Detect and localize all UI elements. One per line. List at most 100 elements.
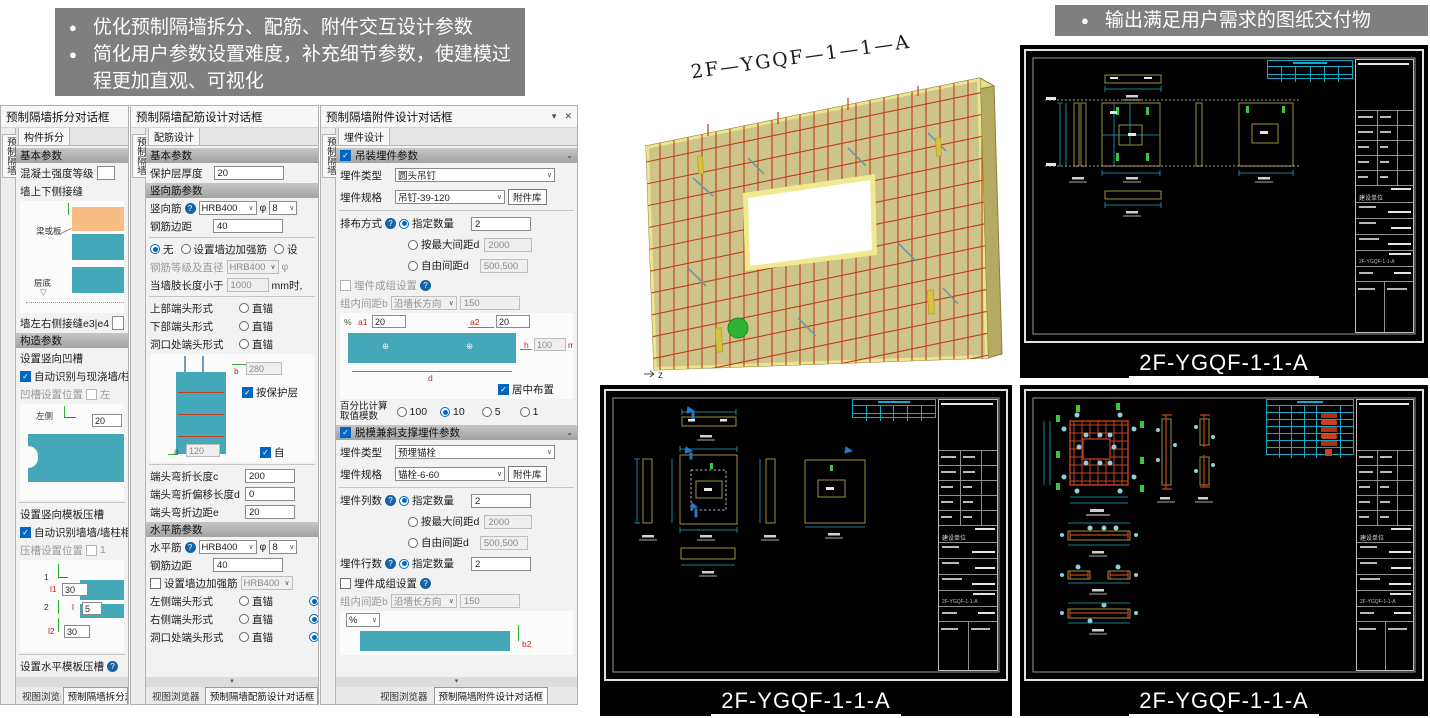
radio-count-3[interactable] [399, 558, 409, 569]
cad-sheet-embed-layout[interactable]: 建设单位 2F-YGQF-1-1-A 2F-YGQF-1-1-A [1020, 45, 1428, 378]
collapse-strip[interactable] [16, 677, 128, 687]
auto-detect-wall-checkbox[interactable] [20, 370, 31, 382]
attachment-library-button-2[interactable]: 附件库 [508, 466, 547, 482]
max-spacing-input-1[interactable]: 2000 [484, 237, 533, 252]
tab-rebar-design[interactable]: 配筋设计 [148, 128, 200, 145]
press-pos-1-checkbox[interactable] [86, 544, 97, 556]
tab-rebar-dialog[interactable]: 预制隔墙配筋设计对话框 [204, 687, 318, 704]
radio-hole2-bent[interactable] [309, 632, 318, 642]
edge-input[interactable]: 40 [213, 219, 283, 233]
a1-input[interactable]: 20 [372, 315, 406, 328]
l1-input[interactable]: 30 [62, 583, 88, 596]
help-icon[interactable]: ? [184, 541, 196, 553]
a-input[interactable]: 120 [186, 444, 220, 457]
joint-lr-input[interactable] [112, 316, 124, 330]
auto-checkbox[interactable] [260, 446, 271, 458]
collapse-icon[interactable]: ⌄ [566, 428, 573, 437]
radio-free-spacing-1[interactable] [408, 260, 418, 271]
by-cover-checkbox[interactable] [242, 386, 253, 398]
cad-sheet-mold-layout[interactable]: 建设单位 2F-YGQF-1-1-A 2F-YGQF-1-1-A [600, 385, 1012, 716]
group-setting-checkbox-2[interactable] [340, 577, 351, 589]
split-dialog-body[interactable]: 基本参数 混凝土强度等级 墙上下侧接缝 梁或板 层底 ▽ 墙左右侧接缝e3|e4… [16, 146, 128, 677]
tab-attachment-dialog[interactable]: 预制隔墙附件设计对话框 [433, 687, 549, 704]
vert-dia-select[interactable]: 8 ∨ [269, 201, 298, 215]
max-spacing-input-2[interactable]: 2000 [484, 514, 533, 529]
radio-max-spacing-2[interactable] [408, 516, 418, 527]
cad-sheet-rebar[interactable]: 建设单位 2F-YGQF-1-1-A 2F-YGQF-1-1-A [1020, 385, 1428, 716]
help-icon[interactable]: ? [184, 202, 196, 214]
b-input[interactable]: 280 [246, 362, 282, 375]
concrete-grade-select[interactable] [96, 166, 115, 180]
wall-length-input[interactable]: 1000 [226, 278, 269, 292]
groove-pos-left-checkbox[interactable] [86, 388, 97, 400]
radio-hole2-straight[interactable] [239, 632, 249, 642]
radio-count-2[interactable] [399, 495, 409, 506]
radio-pct-1[interactable] [519, 407, 530, 417]
group-dir-select-1[interactable]: 沿墙长方向 ∨ [390, 296, 457, 310]
radio-hole-straight[interactable] [239, 339, 249, 349]
radio-other[interactable] [274, 244, 284, 254]
radio-pct-100[interactable] [396, 407, 407, 417]
vert-grade-select[interactable]: HRB400 ∨ [198, 201, 257, 215]
tab-view-browser[interactable]: 视图浏览器 [148, 688, 203, 704]
l2-input[interactable]: 30 [64, 625, 90, 638]
cover-input[interactable]: 20 [213, 166, 284, 180]
attachment-dialog-body[interactable]: 吊装埋件参数 ⌄ 埋件类型 圆头吊钉∨ 埋件规格 吊钉-39-120∨ 附件库 [336, 146, 577, 677]
h-input[interactable]: 100 [534, 338, 566, 351]
group-dir-select-2[interactable]: 沿墙长方向 ∨ [390, 594, 457, 608]
count-input-3[interactable]: 2 [471, 556, 531, 571]
radio-none[interactable] [150, 244, 160, 254]
embed-spec-select-1[interactable]: 吊钉-39-120 ∨ [395, 190, 505, 204]
horiz-strengthen-select[interactable]: HRB400 ∨ [240, 576, 293, 590]
group-gap-input-1[interactable]: 150 [459, 296, 520, 310]
collapse-strip[interactable]: ▾ [146, 677, 318, 687]
count-input-1[interactable]: 2 [471, 216, 531, 231]
groove-depth-input[interactable]: 20 [92, 414, 122, 427]
center-layout-checkbox[interactable] [498, 383, 509, 395]
radio-right-bent[interactable] [309, 614, 318, 624]
help-icon[interactable]: ? [107, 660, 118, 672]
bend-c-input[interactable]: 200 [245, 469, 295, 483]
embed-type-select-2[interactable]: 预埋锚栓 ∨ [395, 445, 555, 459]
tab-component-split[interactable]: 构件拆分 [18, 128, 70, 145]
radio-free-spacing-2[interactable] [408, 537, 418, 548]
help-icon[interactable]: ? [420, 577, 431, 589]
tab-embed-design[interactable]: 埋件设计 [338, 128, 390, 145]
embed-type-select-1[interactable]: 圆头吊钉 ∨ [395, 168, 555, 182]
tab-view-browser[interactable]: 视图浏览器 [376, 688, 432, 704]
tab-view-browser[interactable]: 视图浏览器 [18, 688, 61, 704]
free-spacing-input-2[interactable]: 500,500 [479, 535, 528, 550]
count-input-2[interactable]: 2 [471, 493, 531, 508]
radio-edge-strengthen[interactable] [180, 244, 191, 254]
grade-dia-select[interactable]: HRB400 ∨ [226, 260, 279, 274]
radio-left-bent[interactable] [309, 596, 318, 606]
tab-split-dialog[interactable]: 预制隔墙拆分对话 [62, 687, 128, 704]
radio-bottom-straight[interactable] [239, 321, 249, 331]
l-input[interactable]: 5 [82, 602, 102, 615]
a2-input[interactable]: 20 [496, 315, 530, 328]
hoist-embed-checkbox[interactable] [340, 150, 351, 161]
rebar-dialog-body[interactable]: 基本参数 保护层厚度 20 竖向筋参数 竖向筋 ? HRB400∨ φ 8∨ [146, 146, 318, 677]
percent-select[interactable]: % ∨ [346, 613, 380, 627]
radio-left-straight[interactable] [239, 596, 249, 606]
free-spacing-input-1[interactable]: 500,500 [479, 258, 528, 273]
bend-d-input[interactable]: 0 [245, 487, 295, 501]
attachment-library-button-1[interactable]: 附件库 [508, 189, 547, 205]
radio-right-straight[interactable] [239, 614, 249, 624]
radio-top-straight[interactable] [239, 303, 249, 313]
radio-pct-10[interactable] [440, 407, 451, 417]
group-gap-input-2[interactable]: 150 [459, 594, 520, 608]
side-tab-precast-wall[interactable]: 预制隔墙 [132, 134, 147, 178]
demold-embed-checkbox[interactable] [340, 427, 351, 438]
minimize-icon[interactable]: ▾ [552, 111, 557, 122]
help-icon[interactable]: ? [385, 218, 396, 229]
horiz-strengthen-checkbox[interactable] [150, 577, 161, 589]
auto-detect-press-checkbox[interactable] [20, 526, 31, 538]
radio-max-spacing-1[interactable] [408, 239, 418, 250]
embed-spec-select-2[interactable]: 锚栓-6-60 ∨ [395, 467, 505, 481]
model-3d-view[interactable]: z 2F—YGQF—1—1—A [598, 28, 1015, 382]
horiz-dia-select[interactable]: 8 ∨ [269, 540, 298, 554]
horiz-edge-input[interactable]: 40 [213, 558, 283, 572]
group-setting-checkbox-1[interactable] [340, 279, 351, 291]
side-tab-precast-wall[interactable]: 预制隔墙 [2, 134, 17, 178]
